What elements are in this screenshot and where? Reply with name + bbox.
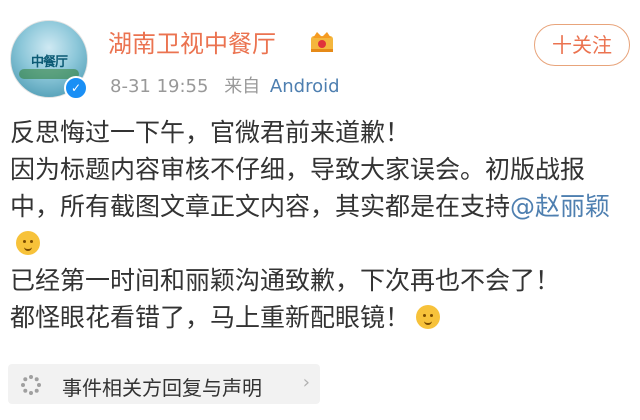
source-link[interactable]: Android [270, 76, 340, 97]
content-text: 因为标题内容审核不仔细，导致大家误会。初版战报中，所有截图文章正文内容，其实都是… [10, 155, 586, 221]
avatar-text: 中餐厅 [30, 55, 68, 70]
content-text: 都怪眼花看错了，马上重新配眼镜！ [10, 303, 411, 332]
post-header: 中餐厅 ✓ 湖南卫视中餐厅 8-31 19:55 来自 Android 十关注 [0, 0, 640, 110]
emoji-icon [16, 231, 40, 255]
author-name[interactable]: 湖南卫视中餐厅 [108, 24, 276, 59]
source-prefix: 来自 [224, 76, 261, 97]
topic-tag[interactable]: 事件相关方回复与声明 › [8, 364, 320, 404]
emoji-icon [416, 305, 441, 329]
content-line: 反思悔过一下午，官微君前来道歉！ [10, 118, 411, 147]
verified-badge-icon: ✓ [64, 76, 88, 100]
post-content: 反思悔过一下午，官微君前来道歉！ 因为标题内容审核不仔细，导致大家误会。初版战报… [10, 114, 630, 336]
mention-link[interactable]: @赵丽颖 [510, 192, 610, 221]
chevron-right-icon: › [302, 372, 310, 393]
crown-badge-icon [311, 32, 333, 52]
loading-icon [21, 375, 41, 395]
topic-tag-label: 事件相关方回复与声明 [62, 376, 262, 400]
content-paragraph: 因为标题内容审核不仔细，导致大家误会。初版战报中，所有截图文章正文内容，其实都是… [10, 151, 630, 262]
follow-button[interactable]: 十关注 [534, 24, 630, 66]
post-meta: 8-31 19:55 来自 Android [110, 72, 340, 98]
content-paragraph: 都怪眼花看错了，马上重新配眼镜！ [10, 299, 630, 336]
post-date: 8-31 19:55 [110, 76, 209, 97]
content-line: 已经第一时间和丽颖沟通致歉，下次再也不会了！ [10, 266, 561, 295]
